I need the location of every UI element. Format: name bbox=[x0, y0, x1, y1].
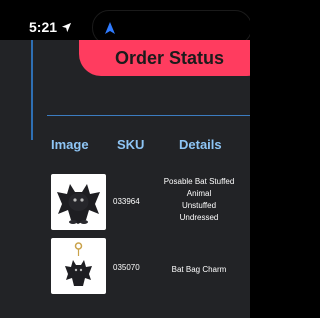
product-image-bat-plush[interactable] bbox=[51, 174, 106, 230]
status-time: 5:21 bbox=[29, 19, 58, 35]
row1-sku: 033964 bbox=[113, 197, 140, 206]
phone-screen: 5:21 Order Status Image SKU Details 0339… bbox=[0, 0, 250, 318]
order-status-title: Order Status bbox=[115, 47, 225, 68]
row1-detail-line: Posable Bat Stuffed bbox=[163, 177, 235, 186]
row1-details: Posable Bat Stuffed Animal Unstuffed Und… bbox=[153, 176, 245, 224]
navigation-arrow-icon bbox=[105, 21, 115, 34]
status-bar: 5:21 bbox=[0, 0, 250, 45]
header-sku: SKU bbox=[117, 137, 145, 152]
bat-charm-icon bbox=[65, 242, 92, 286]
left-divider bbox=[31, 40, 33, 140]
header-details: Details bbox=[179, 137, 222, 152]
status-time-group: 5:21 bbox=[29, 19, 72, 35]
row2-details: Bat Bag Charm bbox=[153, 264, 245, 276]
row2-sku: 035070 bbox=[113, 263, 140, 272]
table-divider bbox=[47, 115, 250, 116]
row2-detail-line: Bat Bag Charm bbox=[171, 265, 227, 274]
order-status-banner: Order Status bbox=[79, 40, 250, 76]
row1-detail-line: Animal bbox=[186, 189, 212, 198]
row1-detail-line: Unstuffed bbox=[181, 201, 217, 210]
location-arrow-icon bbox=[61, 22, 72, 32]
product-image-bat-charm[interactable] bbox=[51, 238, 106, 294]
bat-plush-icon bbox=[57, 184, 100, 224]
row1-detail-line: Undressed bbox=[179, 213, 219, 222]
header-image: Image bbox=[51, 137, 89, 152]
